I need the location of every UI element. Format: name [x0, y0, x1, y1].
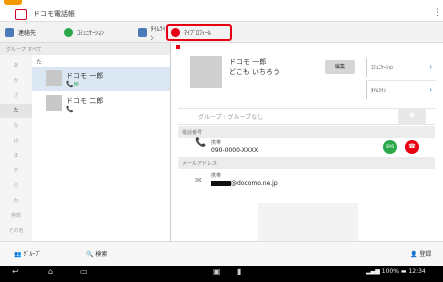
button-label: 登録	[419, 251, 432, 258]
register-button[interactable]: 👤 登録	[410, 249, 431, 258]
index-column: あ か さ た な は ま や ら わ 英数 その他	[0, 55, 32, 241]
button-label: ｺﾐｭﾆｹｰｼｮﾝ	[371, 65, 394, 71]
profile-icon	[171, 28, 180, 37]
battery-level: 100%	[381, 268, 399, 275]
contact-name: ドコモ 二郎	[66, 97, 104, 105]
index-item[interactable]: わ	[0, 194, 32, 208]
chevron-right-icon: ›	[429, 86, 432, 94]
back-icon[interactable]: ↩	[12, 267, 19, 276]
contact-kana: どこも いちろう	[229, 68, 281, 76]
avatar	[46, 95, 62, 111]
section-header: た	[36, 59, 43, 66]
contact-row[interactable]: ドコモ 一郎 📞✉	[32, 67, 170, 91]
status-area: ▂▄▆ 100% ▬ 12:34	[366, 268, 426, 275]
index-item[interactable]: ま	[0, 149, 32, 163]
battery-icon: ▬	[400, 268, 407, 275]
group-button[interactable]: 👥 ｸﾞﾙｰﾌﾟ	[14, 249, 41, 258]
button-label: ｸﾞﾙｰﾌﾟ	[23, 251, 42, 258]
communication-icon	[64, 28, 73, 37]
edit-button[interactable]: 編集	[325, 60, 355, 74]
index-item[interactable]: あ	[0, 59, 32, 73]
phone-status-icon: ▮	[237, 267, 242, 276]
app-title: ドコモ電話帳	[33, 10, 75, 18]
timeline-icon	[138, 28, 147, 37]
phone-number[interactable]: 090-0000-XXXX	[211, 147, 258, 154]
index-item[interactable]: さ	[0, 89, 32, 103]
clock: 12:34	[408, 268, 426, 275]
index-item[interactable]: 英数	[0, 209, 32, 223]
communication-button[interactable]: ｺﾐｭﾆｹｰｼｮﾝ ›	[366, 58, 436, 77]
mail-section-header: メールアドレス	[178, 157, 435, 169]
recents-icon[interactable]: ▭	[80, 267, 88, 276]
tab-label: 連絡先	[18, 30, 37, 37]
chevron-right-icon: ›	[429, 63, 432, 71]
tab-bar: 連絡先 ｺﾐｭﾆｹｰｼｮﾝ ﾀｲﾑﾗｲﾝ ﾏｲﾌﾟﾛﾌｨｰﾙ	[0, 22, 443, 43]
tab-label: ﾏｲﾌﾟﾛﾌｨｰﾙ	[184, 30, 212, 37]
tab-timeline[interactable]: ﾀｲﾑﾗｲﾝ	[138, 24, 168, 42]
redacted-block	[211, 181, 231, 186]
avatar	[46, 70, 62, 86]
keyboard-icon[interactable]: ▣	[213, 267, 221, 276]
profile-avatar[interactable]	[190, 56, 222, 88]
search-button[interactable]: 🔍 検索	[86, 249, 107, 258]
overflow-menu-icon[interactable]: ⋮	[433, 8, 442, 18]
button-label: 検索	[95, 251, 108, 258]
mail-domain: @docomo.ne.jp	[231, 180, 278, 187]
group-icon: 👥	[14, 251, 22, 258]
contacts-icon	[5, 28, 14, 37]
contact-method-icons: 📞✉	[66, 81, 79, 88]
index-item[interactable]: ら	[0, 179, 32, 193]
tab-contacts[interactable]: 連絡先	[5, 24, 55, 41]
tab-label: ｺﾐｭﾆｹｰｼｮﾝ	[77, 30, 105, 37]
phone-type: 携帯	[211, 140, 222, 146]
call-button[interactable]: ☎	[405, 140, 419, 154]
sms-button[interactable]: SMS	[383, 140, 397, 154]
index-item[interactable]: や	[0, 164, 32, 178]
home-icon[interactable]: ⌂	[48, 267, 53, 276]
mail-type: 携帯	[211, 173, 222, 179]
button-label: ﾀｲﾑﾗｲﾝ	[371, 88, 387, 94]
index-item[interactable]: その他	[0, 224, 32, 238]
group-filter[interactable]: グループ すべて	[0, 43, 170, 55]
search-icon: 🔍	[86, 251, 94, 258]
mail-address[interactable]: @docomo.ne.jp	[211, 180, 278, 187]
signal-icon: ▂▄▆	[366, 268, 380, 275]
index-item[interactable]: た	[0, 104, 32, 118]
contact-method-icons: 📞	[66, 106, 74, 113]
add-contact-icon: 👤	[410, 251, 418, 258]
timeline-button[interactable]: ﾀｲﾑﾗｲﾝ ›	[366, 80, 436, 99]
placeholder-panel	[258, 203, 358, 241]
index-item[interactable]: は	[0, 134, 32, 148]
favorite-star-button[interactable]: ★	[398, 108, 426, 125]
group-value: グループ : グループなし	[198, 114, 264, 121]
notification-tab	[4, 0, 22, 5]
phone-section-header: 電話番号	[178, 126, 435, 138]
tab-my-profile[interactable]: ﾏｲﾌﾟﾛﾌｨｰﾙ	[166, 24, 232, 41]
tab-communication[interactable]: ｺﾐｭﾆｹｰｼｮﾝ	[64, 24, 130, 41]
mail-icon: ✉	[195, 176, 202, 185]
index-item[interactable]: な	[0, 119, 32, 133]
marker-icon	[176, 45, 180, 49]
app-icon	[15, 9, 27, 20]
contact-full-name: ドコモ 一郎	[229, 58, 267, 66]
bottom-toolbar	[0, 241, 443, 266]
index-item[interactable]: か	[0, 74, 32, 88]
phone-icon: 📞	[195, 138, 207, 148]
contact-name: ドコモ 一郎	[66, 72, 104, 80]
contact-row[interactable]: ドコモ 二郎 📞	[32, 92, 170, 116]
